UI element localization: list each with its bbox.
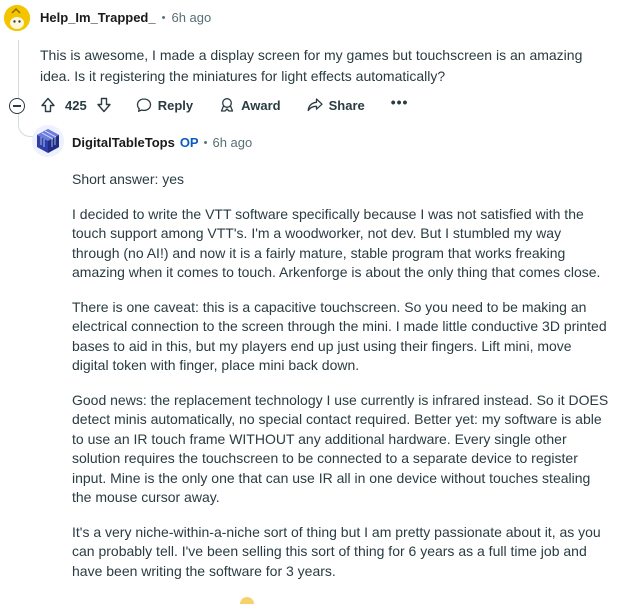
vote-score: 425 — [65, 97, 87, 113]
reply-paragraph: Short answer: yes — [72, 171, 185, 187]
timestamp[interactable]: 6h ago — [171, 10, 211, 25]
share-label: Share — [328, 97, 365, 113]
share-button[interactable]: Share — [307, 97, 365, 113]
comment-body: This is awesome, I made a display screen… — [40, 47, 583, 84]
reply-paragraph: There is one caveat: this is a capacitiv… — [72, 298, 607, 374]
reply-meta: DigitalTableTops OP • 6h ago — [72, 135, 252, 150]
reply-button[interactable]: Reply — [136, 97, 193, 113]
award-button[interactable]: Award — [219, 97, 281, 113]
award-icon — [219, 97, 235, 113]
avatar[interactable] — [4, 5, 30, 31]
more-options-button[interactable]: ••• — [391, 94, 409, 110]
downvote-icon[interactable] — [96, 97, 112, 113]
cube-avatar-icon — [32, 125, 64, 157]
collapse-button[interactable] — [9, 98, 25, 114]
snoo-avatar-icon — [4, 5, 30, 31]
share-icon — [307, 97, 323, 113]
username[interactable]: Help_Im_Trapped_ — [40, 10, 156, 25]
next-comment-avatar[interactable] — [240, 597, 254, 604]
upvote-icon[interactable] — [40, 97, 56, 113]
reply-body: Short answer: yes I decided to write the… — [72, 170, 610, 596]
reply-paragraph: I decided to write the VTT software spec… — [72, 205, 601, 281]
award-label: Award — [241, 97, 281, 113]
comment-meta: Help_Im_Trapped_ • 6h ago — [40, 10, 211, 25]
avatar[interactable] — [32, 125, 64, 157]
reply-paragraph: It's a very niche-within-a-niche sort of… — [72, 523, 601, 579]
reply-paragraph: Good news: the replacement technology I … — [72, 391, 609, 506]
separator-dot: • — [161, 11, 166, 24]
comment-thread: Help_Im_Trapped_ • 6h ago This is awesom… — [0, 0, 620, 604]
separator-dot: • — [203, 136, 208, 149]
username[interactable]: DigitalTableTops — [72, 135, 175, 150]
reply-label: Reply — [157, 97, 194, 113]
thread-line[interactable] — [18, 40, 19, 98]
op-badge: OP — [179, 135, 199, 150]
vote-group: 425 — [40, 97, 112, 113]
thread-connector — [18, 112, 33, 137]
timestamp[interactable]: 6h ago — [212, 135, 252, 150]
collapse-icon — [13, 105, 21, 107]
reply-icon — [136, 97, 152, 113]
comment-actions: 425 Reply Award Share ••• — [40, 94, 434, 113]
